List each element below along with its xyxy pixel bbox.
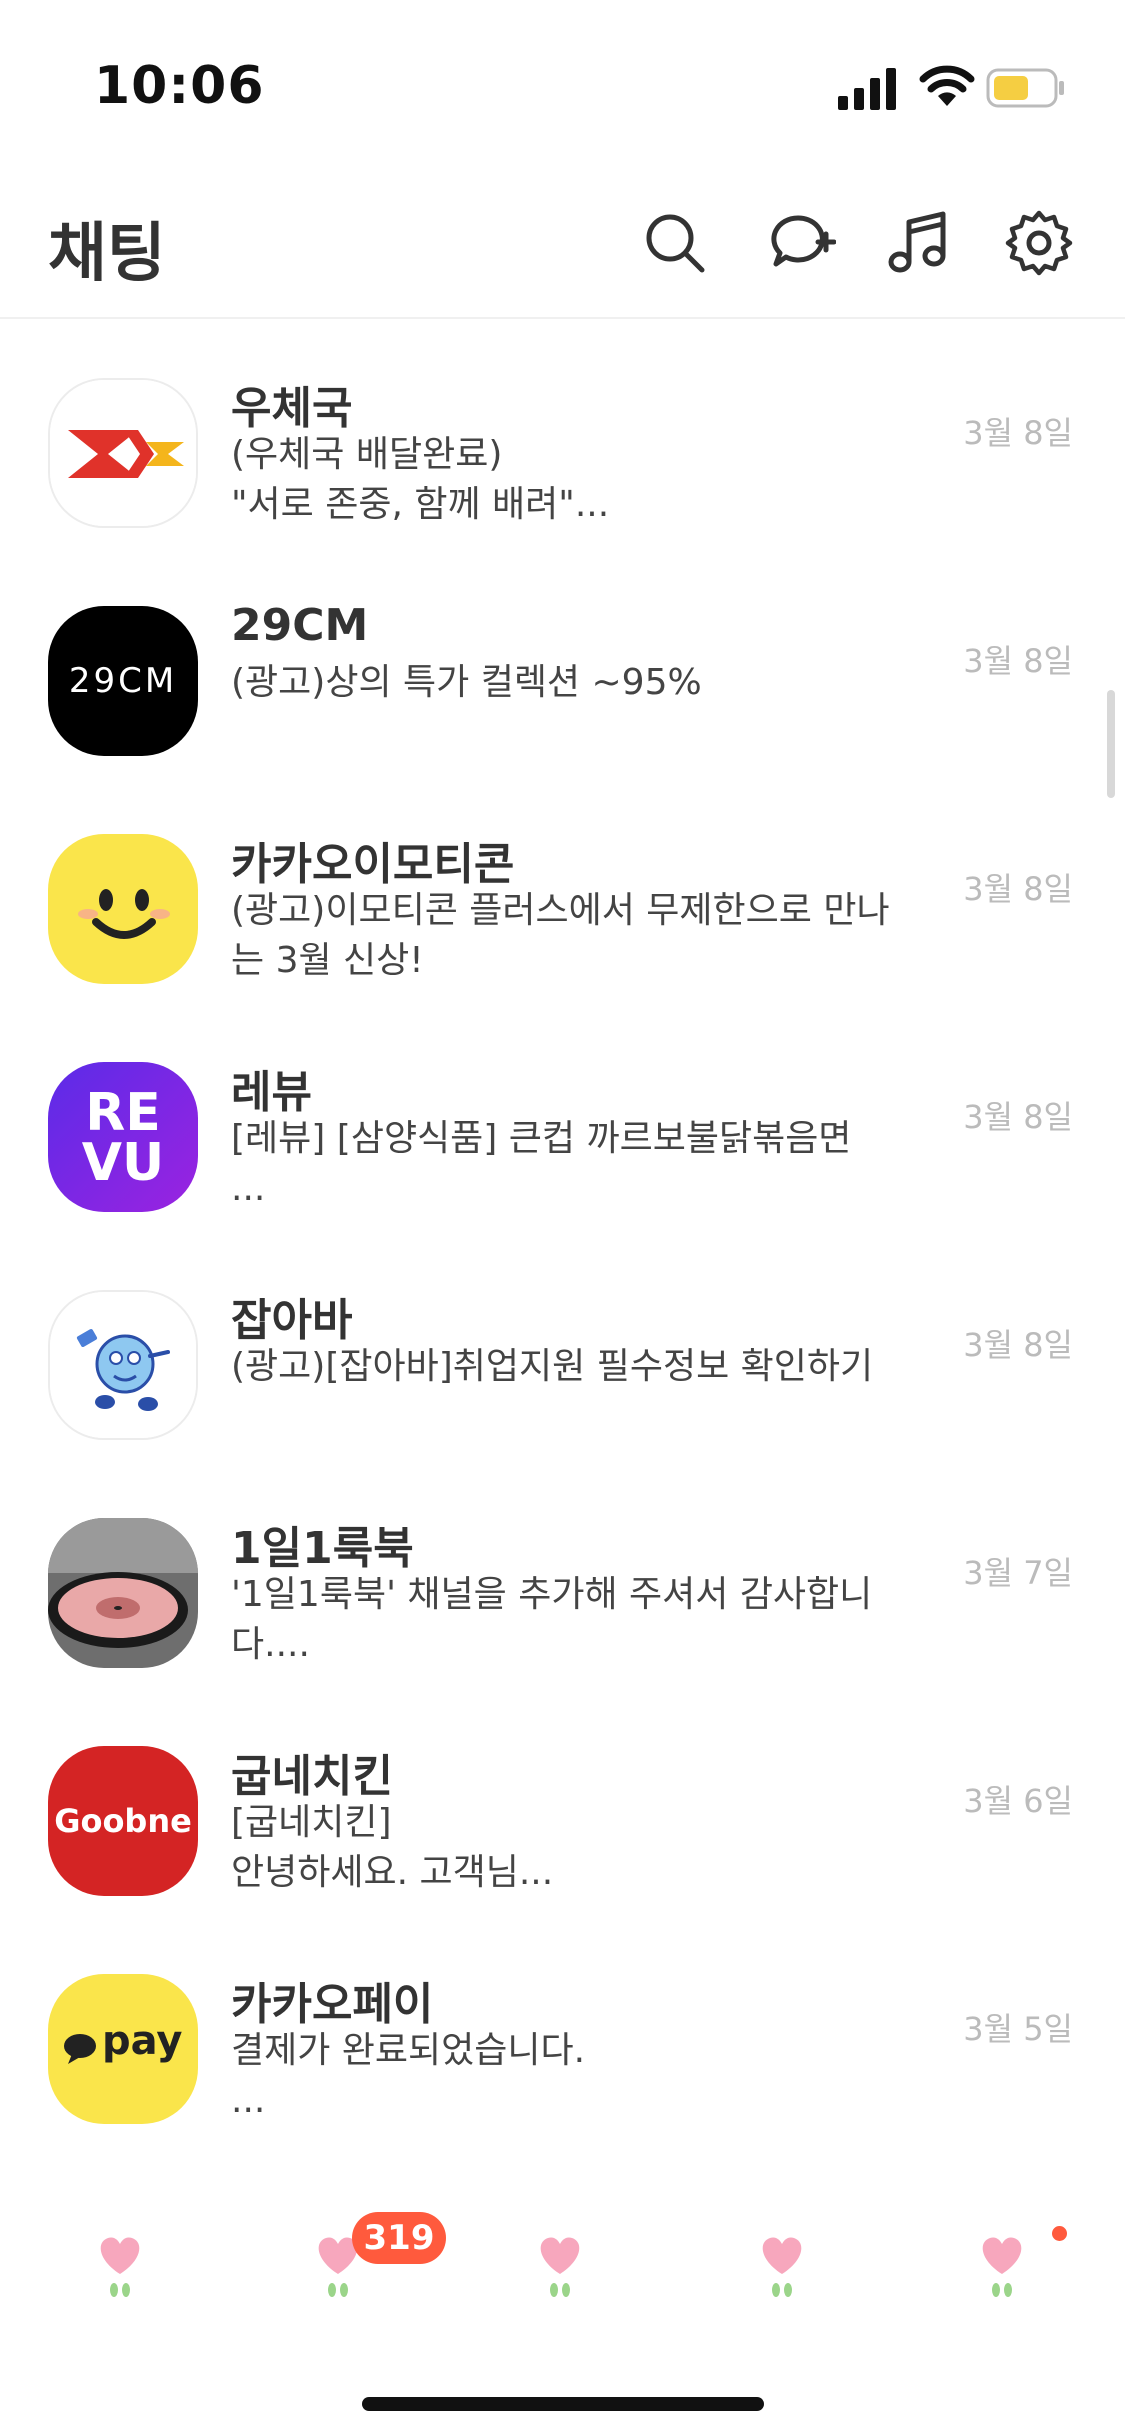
chat-name: 29CM — [231, 600, 369, 651]
chat-row-goobne[interactable]: Goobne 굽네치킨 [굽네치킨] 안녕하세요. 고객님... 3월 6일 — [0, 1688, 1125, 1916]
chat-name: 레뷰 — [231, 1067, 312, 1118]
revu-logo-text-2: VU — [81, 1133, 165, 1193]
settings-icon[interactable] — [1004, 208, 1074, 278]
chat-preview: (광고)[잡아바]취업지원 필수정보 확인하기 — [231, 1346, 874, 1387]
chat-preview: (광고)상의 특가 컬렉션 ~95% — [231, 662, 702, 703]
home-indicator[interactable] — [362, 2397, 764, 2411]
chat-date: 3월 8일 — [963, 870, 1073, 908]
chat-name: 우체국 — [231, 383, 353, 434]
battery-icon — [986, 68, 1064, 108]
tab-shopping[interactable] — [752, 2220, 812, 2310]
chat-row-revu[interactable]: RE VU 레뷰 [레뷰] [삼양식품] 큰컵 까르보불닭볶음면 ... 3월 … — [0, 1004, 1125, 1232]
chat-preview: 결제가 완료되었습니다. ... — [231, 2030, 586, 2121]
revu-logo-text-1: RE — [85, 1083, 161, 1143]
chat-name: 굽네치킨 — [231, 1751, 393, 1802]
chat-date: 3월 8일 — [963, 1098, 1073, 1136]
chat-date: 3월 7일 — [963, 1554, 1073, 1592]
tab-friends[interactable] — [90, 2220, 150, 2310]
scrollbar[interactable] — [1107, 690, 1115, 798]
chat-preview: '1일1룩북' 채널을 추가해 주셔서 감사합니 다.... — [231, 1574, 873, 1665]
music-icon[interactable] — [882, 208, 952, 278]
chat-date: 3월 8일 — [963, 1326, 1073, 1364]
tab-bar — [0, 2170, 1125, 2330]
page-title: 채팅 — [48, 217, 166, 291]
new-chat-icon[interactable] — [766, 208, 837, 278]
wifi-icon — [919, 65, 975, 106]
chat-date: 3월 6일 — [963, 1782, 1073, 1820]
chat-name: 카카오페이 — [231, 1979, 434, 2030]
status-time: 10:06 — [94, 56, 265, 116]
tab-more[interactable] — [972, 2220, 1032, 2310]
chat-row-kakaopay[interactable]: pay 카카오페이 결제가 완료되었습니다. ... 3월 5일 — [0, 1916, 1125, 2144]
chat-row-kakao-emoticon[interactable]: 카카오이모티콘 (광고)이모티콘 플러스에서 무제한으로 만나 는 3월 신상!… — [0, 776, 1125, 1004]
smiley-face-icon — [48, 834, 198, 984]
chat-preview: (광고)이모티콘 플러스에서 무제한으로 만나 는 3월 신상! — [231, 890, 890, 981]
lookbook-avatar — [48, 1518, 198, 1668]
chat-name: 카카오이모티콘 — [231, 839, 515, 890]
heart-flower-icon — [982, 2237, 1022, 2297]
chat-preview: [레뷰] [삼양식품] 큰컵 까르보불닭볶음면 ... — [231, 1118, 852, 1209]
revu-avatar: RE VU — [48, 1062, 198, 1212]
chat-date: 3월 5일 — [963, 2010, 1073, 2048]
kakaopay-avatar: pay — [48, 1974, 198, 2124]
vinyl-record-icon — [48, 1518, 198, 1668]
kakaopay-logo-text: pay — [102, 2018, 183, 2064]
29cm-avatar: 29CM — [48, 606, 198, 756]
chat-row-lookbook[interactable]: 1일1룩북 '1일1룩북' 채널을 추가해 주셔서 감사합니 다.... 3월 … — [0, 1460, 1125, 1688]
chat-date: 3월 8일 — [963, 642, 1073, 680]
kakao-emoticon-avatar — [48, 834, 198, 984]
mascot-icon — [50, 1292, 196, 1438]
notification-dot — [1052, 2226, 1067, 2241]
status-bar: 10:06 — [0, 0, 1125, 150]
post-office-avatar — [48, 378, 198, 528]
chat-preview: [굽네치킨] 안녕하세요. 고객님... — [231, 1802, 554, 1893]
chat-date: 3월 8일 — [963, 414, 1073, 452]
chat-row-29cm[interactable]: 29CM 29CM (광고)상의 특가 컬렉션 ~95% 3월 8일 — [0, 548, 1125, 776]
chat-row-jobaba[interactable]: 잡아바 (광고)[잡아바]취업지원 필수정보 확인하기 3월 8일 — [0, 1232, 1125, 1460]
goobne-logo-text: Goobne — [54, 1802, 192, 1840]
post-office-logo-icon — [50, 380, 196, 526]
header: 채팅 — [0, 150, 1125, 319]
goobne-avatar: Goobne — [48, 1746, 198, 1896]
heart-flower-icon — [100, 2237, 140, 2297]
cellular-signal-icon — [838, 68, 896, 110]
29cm-logo-text: 29CM — [68, 661, 178, 701]
chat-preview: (우체국 배달완료) "서로 존중, 함께 배려"... — [231, 434, 610, 525]
jobaba-avatar — [48, 1290, 198, 1440]
heart-flower-icon — [762, 2237, 802, 2297]
chat-name: 잡아바 — [231, 1295, 353, 1346]
search-icon[interactable] — [640, 208, 710, 278]
chat-row-post-office[interactable]: 우체국 (우체국 배달완료) "서로 존중, 함께 배려"... 3월 8일 — [0, 320, 1125, 548]
tab-view[interactable] — [530, 2220, 590, 2310]
chat-name: 1일1룩북 — [231, 1523, 414, 1574]
unread-badge: 319 — [352, 2212, 446, 2264]
heart-flower-icon — [540, 2237, 580, 2297]
